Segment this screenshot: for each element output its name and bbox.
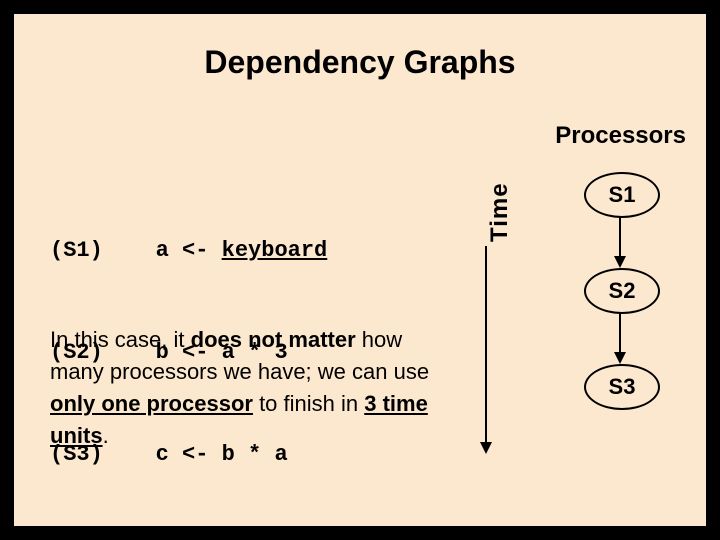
processors-label: Processors	[555, 122, 686, 150]
graph-node-s3: S3	[584, 364, 660, 410]
explanation-paragraph: In this case, it does not matter how man…	[50, 324, 460, 452]
time-axis-label: Time	[486, 182, 514, 242]
dependency-graph: S1 S2 S3	[554, 172, 694, 472]
graph-node-s1: S1	[584, 172, 660, 218]
para-post: .	[103, 423, 109, 448]
slide-outer: Dependency Graphs Processors (S1) a <- k…	[0, 0, 720, 540]
para-mid2: to finish in	[253, 391, 364, 416]
code-rhs-keyboard: keyboard	[222, 238, 328, 263]
para-bold1: does not matter	[191, 327, 356, 352]
page-title: Dependency Graphs	[14, 44, 706, 81]
time-text: Time	[486, 182, 513, 242]
code-op: <-	[182, 238, 208, 263]
para-under1: only one processor	[50, 391, 253, 416]
graph-node-s2: S2	[584, 268, 660, 314]
code-line-s1: (S1) a <- keyboard	[50, 234, 327, 268]
time-arrow-icon	[476, 246, 496, 454]
para-pre: In this case, it	[50, 327, 191, 352]
slide-inner: Dependency Graphs Processors (S1) a <- k…	[14, 14, 706, 526]
code-tag: (S1)	[50, 238, 103, 263]
code-lhs: a	[156, 238, 169, 263]
